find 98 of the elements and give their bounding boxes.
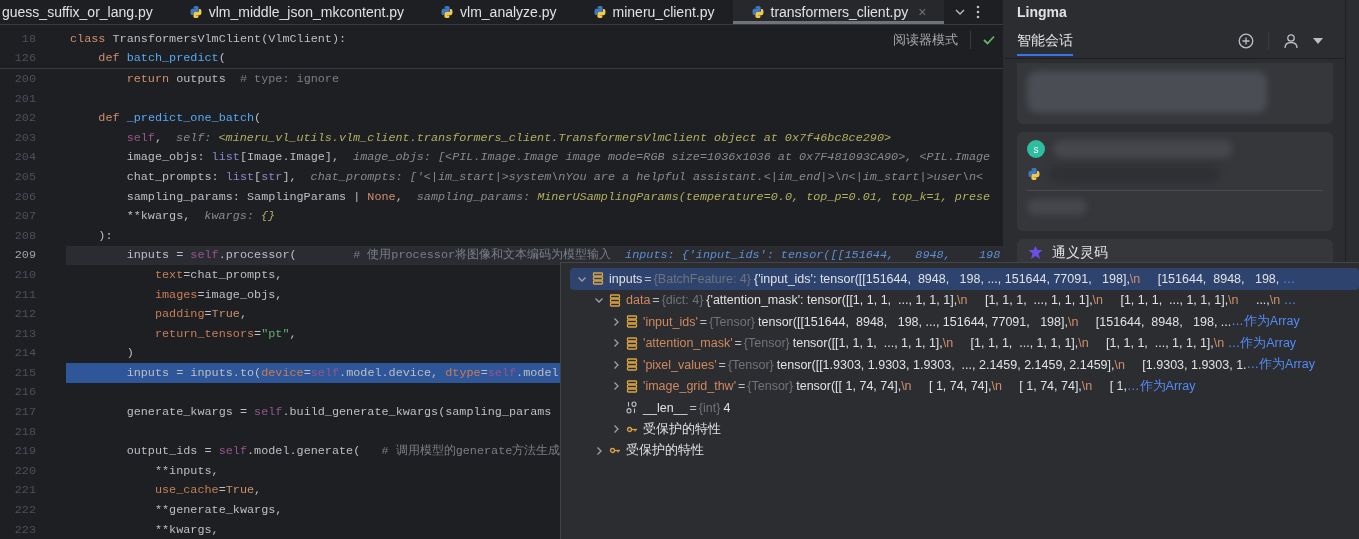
- variable-type: {Tensor}: [747, 379, 794, 394]
- code-line: **kwargs,: [153, 522, 219, 537]
- code-line: inputs = self.processor( # 使用processor将图像和文本编码为模型输入: [125, 247, 612, 264]
- python-icon: [1027, 167, 1041, 181]
- variable-name: inputs: [609, 271, 643, 286]
- code-line: padding=True,: [153, 307, 248, 322]
- code-line: sampling_params: SamplingParams | None,: [125, 189, 403, 204]
- reader-mode-label[interactable]: 阅读器模式: [893, 31, 958, 49]
- variable-type: {Tensor}: [727, 357, 774, 372]
- code-line: def batch_predict(: [97, 51, 226, 66]
- check-icon: [983, 35, 995, 45]
- more-link[interactable]: …: [1283, 293, 1297, 308]
- equals-sign: =: [699, 314, 708, 329]
- field-icon: [626, 379, 638, 393]
- equals-sign: =: [718, 357, 726, 372]
- variable-row[interactable]: inputs = {BatchFeature: 4} {'input_ids': tensor([[151644, 8948, 198, ..., 151644, 77091, 198],\n [151644, 8948, 198, …: [570, 268, 1359, 290]
- code-line: def _predict_one_batch(: [97, 111, 262, 126]
- file-tab[interactable]: mineru_client.py: [574, 0, 733, 24]
- variable-type: {dict: 4}: [661, 293, 704, 308]
- inlay-hint: chat_prompts: ['<|im_start|>system\nYou are a helpful assistant.<|im_end|>\n<|im_start|>user\n<: [310, 169, 984, 184]
- field-icon: [592, 272, 604, 286]
- code-line: return_tensors="pt",: [153, 326, 297, 341]
- inlay-hint: sampling_params: MinerUSamplingParams(temperature=0.0, top_p=0.01, top_k=1, prese: [416, 189, 991, 204]
- inlay-hint: kwargs: {}: [204, 209, 276, 224]
- code-line: **kwargs,: [125, 209, 191, 224]
- panel-tab[interactable]: 智能会话: [1017, 26, 1073, 56]
- file-tab[interactable]: vlm_middle_json_mkcontent.py: [170, 0, 423, 24]
- code-line: image_objs: list[Image.Image],: [125, 150, 340, 165]
- add-icon[interactable]: [1238, 33, 1254, 49]
- variable-row[interactable]: 受保护的特性: [570, 440, 1359, 462]
- view-as-array-link[interactable]: …作为Array: [1246, 356, 1315, 374]
- variable-value: tensor([[1, 1, 1, ..., 1, 1, 1],\n [1, 1, 1, ..., 1, 1, 1],\n [1, 1, 1, ..., 1, 1, 1],\n: [792, 336, 1226, 351]
- variable-row[interactable]: 'pixel_values' = {Tensor} tensor([[1.9303, 1.9303, 1.9303, ..., 2.1459, 2.1459, 2.1459],\n [1.9303, 1.9303, 1.…作为Array: [570, 354, 1359, 376]
- variable-name: 'input_ids': [643, 314, 698, 329]
- code-line: ): [125, 346, 134, 361]
- inlay-hint: self: <mineru_vl_utils.vlm_client.transformers_client.TransformersVlmClient object at 0x7f46bc8ce290>: [176, 130, 892, 145]
- file-tab[interactable]: guess_suffix_or_lang.py: [0, 0, 171, 24]
- code-line: use_cache=True,: [153, 483, 262, 498]
- inlay-hint: image_objs: [<PIL.Image.Image image mode=RGB size=1036x1036 at 0x7F481093CA90>, <PIL.Image: [353, 150, 991, 165]
- caret-down-icon[interactable]: [1313, 38, 1323, 44]
- code-line: output_ids = self.model.generate( # 调用模型的generate方法生成: [125, 443, 561, 460]
- view-as-array-link[interactable]: …作为Array: [1127, 377, 1196, 395]
- variable-row[interactable]: 'input_ids' = {Tensor} tensor([[151644, 8948, 198, ..., 151644, 77091, 198],\n [151644, 8948, 198, ...…作为Array: [570, 311, 1359, 333]
- code-line: images=image_objs,: [153, 287, 283, 302]
- binary-icon: [626, 401, 638, 415]
- variable-type: {BatchFeature: 4}: [653, 271, 751, 286]
- user-icon[interactable]: [1283, 33, 1299, 49]
- file-tab[interactable]: transformers_client.py ×: [732, 0, 945, 24]
- code-line: generate_kwargs = self.build_generate_kwargs(sampling_params: [125, 405, 552, 420]
- more-icon[interactable]: [976, 5, 981, 19]
- equals-sign: =: [734, 336, 742, 351]
- field-icon: [626, 315, 638, 329]
- equals-sign: =: [738, 379, 746, 394]
- equals-sign: =: [644, 271, 652, 286]
- user-avatar: s: [1027, 140, 1045, 158]
- file-tab[interactable]: vlm_analyze.py: [422, 0, 575, 24]
- variable-name: 受保护的特性: [626, 442, 704, 460]
- variable-type: {int}: [698, 400, 721, 415]
- view-as-array-link[interactable]: …作为Array: [1231, 313, 1300, 331]
- field-icon: [626, 358, 638, 372]
- variable-row[interactable]: 受保护的特性: [570, 418, 1359, 440]
- variable-row[interactable]: __len__ = {int} 4: [570, 397, 1359, 419]
- view-as-array-link[interactable]: …作为Array: [1227, 334, 1297, 352]
- variable-name: data: [626, 293, 651, 308]
- field-icon: [626, 336, 638, 350]
- variable-value: {'input_ids': tensor([[151644, 8948, 198, ..., 151644, 77091, 198],\n [151644, 8948, 198,: [753, 271, 1281, 286]
- code-line: **generate_kwargs,: [153, 503, 283, 518]
- code-line: return outputs # type: ignore: [125, 72, 340, 86]
- variable-value: {'attention_mask': tensor([[1, 1, 1, ..., 1, 1, 1],\n [1, 1, 1, ..., 1, 1, 1],\n [1, 1, 1, ..., 1, 1, 1],\n ...,\n: [706, 293, 1282, 308]
- variable-row[interactable]: 'attention_mask' = {Tensor} tensor([[1, 1, 1, ..., 1, 1, 1],\n [1, 1, 1, ..., 1, 1, 1],\n [1, 1, 1, ..., 1, 1, 1],\n …作为Array: [570, 332, 1359, 354]
- code-line: inputs = inputs.to(device=self.model.device, dtype=self.model: [125, 365, 559, 380]
- code-line: class TransformersVlmClient(VlmClient):: [70, 31, 347, 46]
- variable-name: 'attention_mask': [643, 336, 733, 351]
- variable-row[interactable]: data = {dict: 4} {'attention_mask': tensor([[1, 1, 1, ..., 1, 1, 1],\n [1, 1, 1, ..., 1, 1, 1],\n [1, 1, 1, ..., 1, 1, 1],\n ...,\n …: [570, 289, 1359, 311]
- brand-name: 通义灵码: [1052, 244, 1108, 262]
- variable-name: 'image_grid_thw': [643, 379, 737, 394]
- code-line: ):: [97, 228, 113, 243]
- line-number: 209: [13, 248, 36, 263]
- star-logo-icon: [1027, 245, 1044, 261]
- panel-title: Lingma: [1016, 3, 1068, 22]
- code-line: chat_prompts: list[str],: [125, 169, 297, 184]
- code-line: self,: [125, 130, 163, 145]
- code-line: text=chat_prompts,: [153, 267, 283, 282]
- variable-type: {Tensor}: [709, 314, 755, 329]
- variable-name: 'pixel_values': [643, 357, 717, 372]
- variable-value: 4: [723, 400, 731, 415]
- variable-value: tensor([[ 1, 74, 74],\n [ 1, 74, 74],\n [ 1, 74, 74],\n [ 1,: [796, 379, 1128, 394]
- variable-row[interactable]: 'image_grid_thw' = {Tensor} tensor([[ 1, 74, 74],\n [ 1, 74, 74],\n [ 1, 74, 74],\n [ 1,…作为Array: [570, 375, 1359, 397]
- equals-sign: =: [652, 293, 660, 308]
- variable-value: tensor([[151644, 8948, 198, ..., 151644, 77091, 198],\n [151644, 8948, 198, ...: [758, 314, 1232, 329]
- equals-sign: =: [689, 400, 697, 415]
- debug-value: inputs: {'input_ids': tensor([[151644, 8948, 198: [625, 248, 1001, 263]
- variable-name: __len__: [643, 400, 688, 415]
- variable-type: {Tensor}: [743, 336, 790, 351]
- variable-value: tensor([[1.9303, 1.9303, 1.9303, ..., 2.1459, 2.1459, 2.1459],\n [1.9303, 1.9303, 1.: [776, 357, 1247, 372]
- variable-name: 受保护的特性: [643, 420, 721, 438]
- code-line: **inputs,: [153, 463, 219, 478]
- field-icon: [609, 293, 621, 307]
